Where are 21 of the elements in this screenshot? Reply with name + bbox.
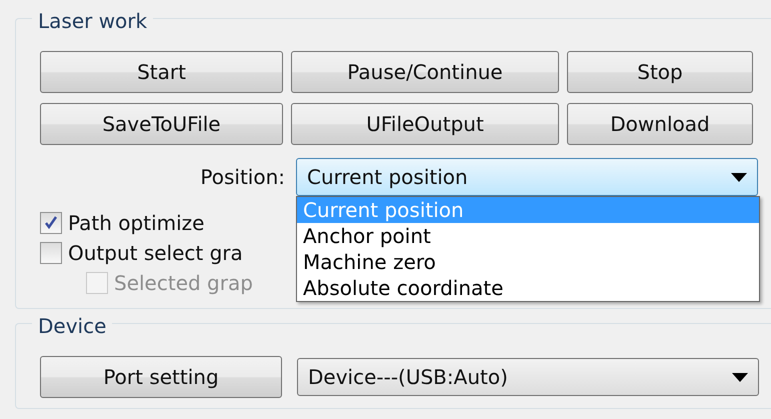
caret-icon (732, 372, 748, 382)
action-button[interactable]: Download (567, 103, 753, 145)
action-button[interactable]: UFileOutput (291, 103, 559, 145)
checkbox-label: Selected grap (114, 271, 253, 295)
device-dropdown[interactable]: Device---(USB:Auto) (297, 358, 759, 396)
checkbox[interactable] (40, 212, 62, 234)
checkbox[interactable] (40, 242, 62, 264)
dropdown-option[interactable]: Absolute coordinate (297, 275, 759, 301)
checkbox-label: Output select gra (68, 241, 243, 265)
action-button[interactable]: Start (40, 51, 283, 93)
action-button[interactable]: Pause/Continue (291, 51, 559, 93)
caret-icon (731, 172, 747, 182)
checkbox-label: Path optimize (68, 211, 204, 235)
action-button[interactable]: SaveToUFile (40, 103, 283, 145)
position-label: Position: (199, 165, 286, 189)
action-button[interactable]: Stop (567, 51, 753, 93)
dropdown-option[interactable]: Anchor point (297, 223, 759, 249)
port-setting-button[interactable]: Port setting (40, 356, 282, 398)
checkmark-icon (44, 216, 58, 230)
position-dropdown[interactable]: Current position (296, 158, 758, 196)
dropdown-option[interactable]: Machine zero (297, 249, 759, 275)
